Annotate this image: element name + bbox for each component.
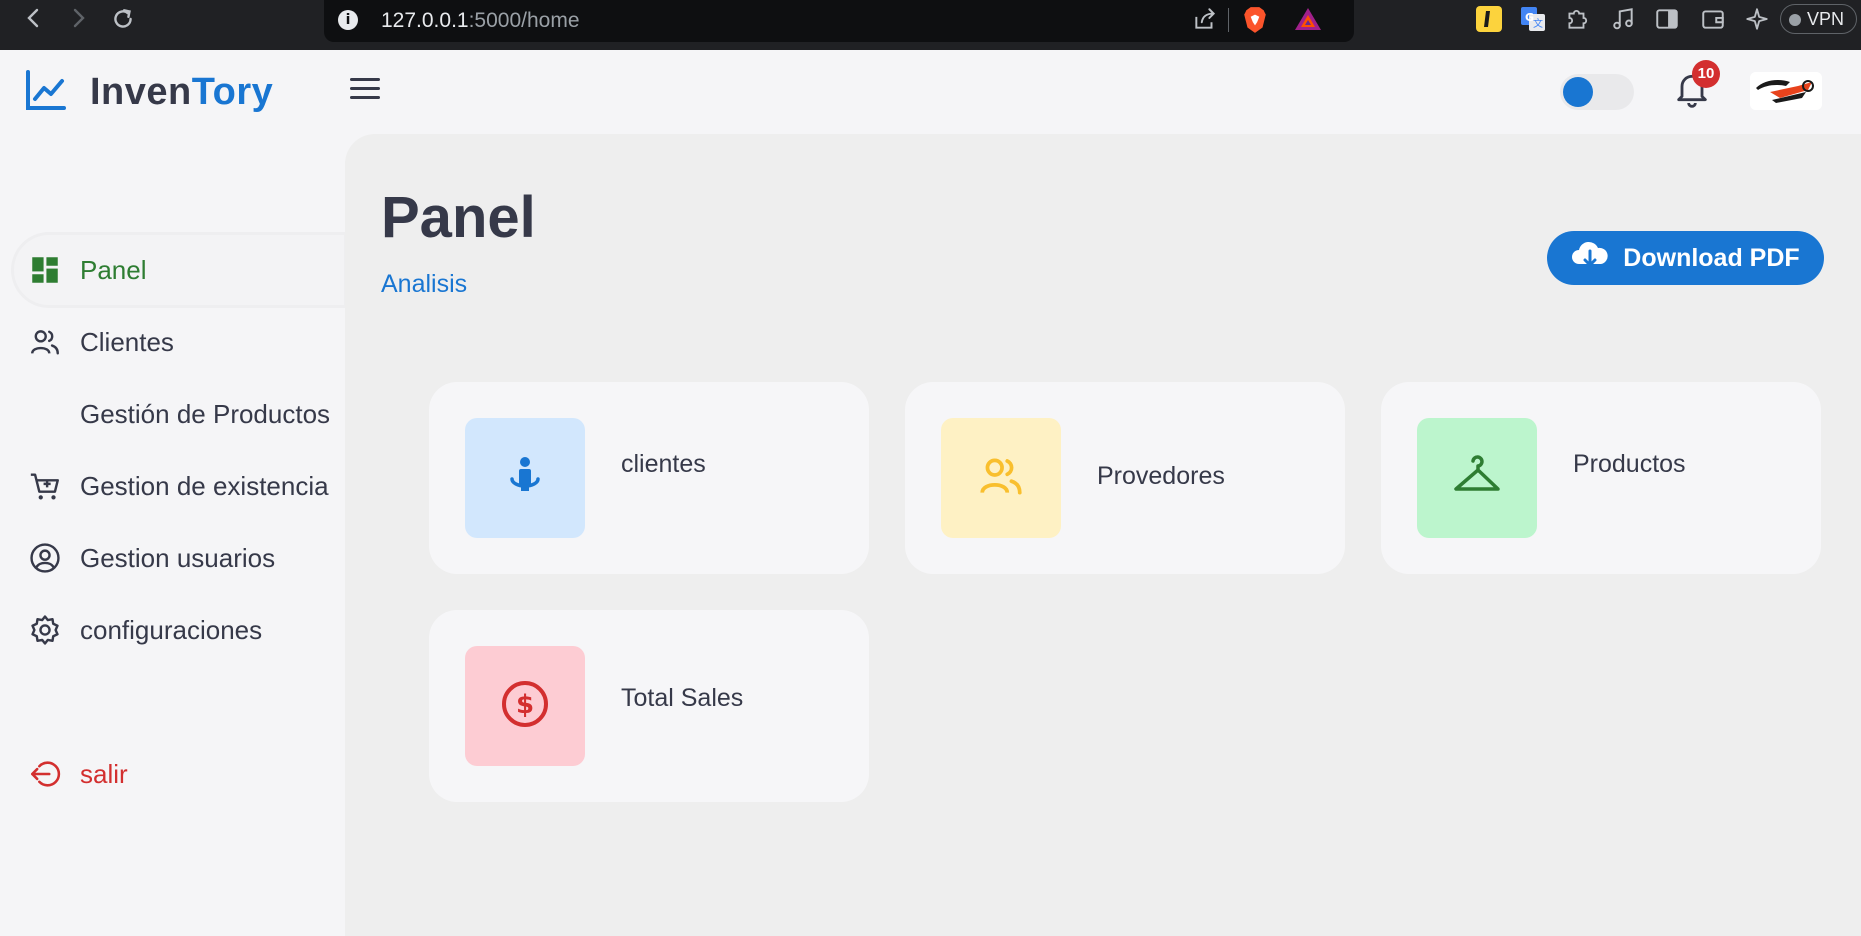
sidebar-item-label: Gestion de existencia [80,470,329,501]
sidebar-item-label: Clientes [80,326,174,357]
menu-toggle-icon[interactable] [350,78,380,102]
browser-toolbar: i 127.0.0.1:5000/home G文 VPN [0,0,1861,50]
user-circle-icon [28,541,62,575]
users-icon [28,325,62,359]
card-clientes[interactable]: clientes [429,382,869,574]
card-icon-tile: $ [465,646,585,766]
download-pdf-label: Download PDF [1623,243,1800,272]
forward-arrow-icon[interactable] [66,6,90,34]
logout-icon [28,757,62,791]
translate-icon[interactable]: G文 [1520,6,1546,32]
card-productos[interactable]: Productos [1381,382,1821,574]
notification-badge: 10 [1692,60,1720,88]
card-icon-tile [941,418,1061,538]
card-icon-tile [465,418,585,538]
sidebar-item-label: Gestion usuarios [80,542,276,573]
sidebar-item-clientes[interactable]: Clientes [14,307,344,377]
svg-text:$: $ [516,690,534,720]
music-icon[interactable] [1610,6,1636,32]
back-arrow-icon[interactable] [22,6,46,34]
address-bar[interactable]: i 127.0.0.1:5000/home [324,0,1354,42]
sidebar-item-label: configuraciones [80,614,263,645]
divider [1228,8,1229,32]
sidebar-item-configuraciones[interactable]: configuraciones [14,595,344,665]
sidebar: Panel Clientes Gestión de Productos Gest… [0,134,345,936]
vpn-button[interactable]: VPN [1780,4,1858,34]
brand-name: InvenTory [90,70,274,113]
card-label: Total Sales [621,684,744,712]
sidebar-item-label: Gestión de Productos [80,398,331,429]
sidebar-item-label: salir [80,758,128,789]
site-info-icon[interactable]: i [338,10,358,30]
extensions-puzzle-icon[interactable] [1564,6,1590,32]
share-icon[interactable] [1192,6,1218,32]
card-label: Provedores [1097,462,1225,490]
page-title: Panel [381,185,536,250]
extension-l-icon[interactable] [1476,6,1502,32]
cloud-download-icon [1571,240,1623,277]
svg-text:文: 文 [1533,17,1543,30]
avatar[interactable] [1750,72,1822,110]
person-location-icon [498,449,552,507]
brave-shields-icon[interactable] [1242,6,1268,38]
card-provedores[interactable]: Provedores [905,382,1345,574]
sidebar-item-gestion-usuarios[interactable]: Gestion usuarios [14,523,344,593]
dashboard-icon [28,253,62,287]
brave-rewards-icon[interactable] [1294,6,1322,36]
theme-toggle[interactable] [1560,74,1634,110]
reload-icon[interactable] [110,6,136,36]
wallet-icon[interactable] [1700,6,1726,32]
gear-icon [28,613,62,647]
vpn-status-icon [1789,14,1801,26]
card-total-sales[interactable]: $ Total Sales [429,610,869,802]
sidebar-item-gestion-existencia[interactable]: Gestion de existencia [14,451,344,521]
hanger-icon [1450,449,1504,507]
dollar-circle-icon: $ [499,678,551,734]
main-content: Panel Analisis Download PDF clientes Pro… [345,134,1861,936]
page-subtitle: Analisis [381,270,468,298]
card-label: clientes [621,450,706,478]
card-label: Productos [1573,450,1686,478]
sidebar-item-panel[interactable]: Panel [14,235,344,305]
toggle-knob [1563,77,1593,107]
download-pdf-button[interactable]: Download PDF [1547,231,1824,285]
cart-add-icon [28,469,62,503]
brand-logo[interactable]: InvenTory [24,68,273,116]
vpn-label: VPN [1807,9,1845,29]
address-url[interactable]: 127.0.0.1:5000/home [381,9,580,33]
chart-line-icon [24,68,68,116]
sidebar-item-gestion-productos[interactable]: Gestión de Productos [14,379,344,449]
users-icon [976,451,1026,505]
card-icon-tile [1417,418,1537,538]
sidebar-item-label: Panel [80,254,147,285]
sidebar-icon[interactable] [1654,6,1680,32]
sidebar-item-salir[interactable]: salir [14,739,344,809]
leo-ai-icon[interactable] [1744,6,1770,32]
